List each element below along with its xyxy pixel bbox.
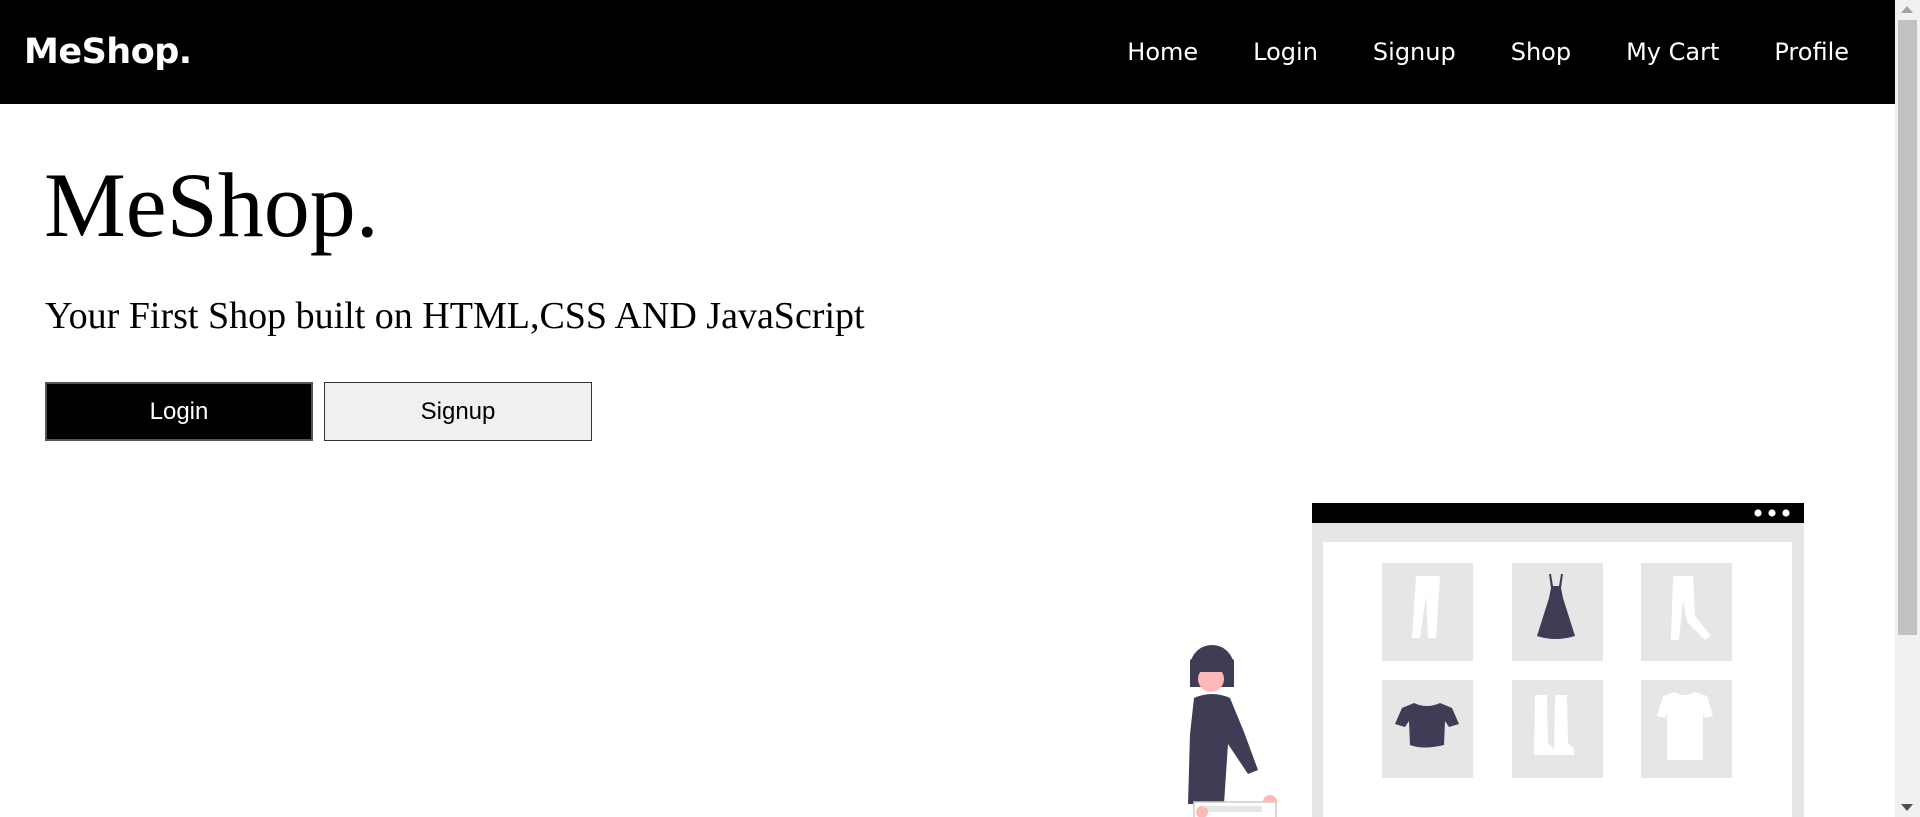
hero-title: MeShop. bbox=[44, 154, 379, 256]
page-scrollbar[interactable] bbox=[1895, 0, 1920, 817]
nav-link-profile[interactable]: Profile bbox=[1774, 38, 1849, 66]
scroll-thumb[interactable] bbox=[1898, 20, 1917, 635]
nav-link-home[interactable]: Home bbox=[1127, 38, 1198, 66]
page: MeShop. Home Login Signup Shop My Cart P… bbox=[0, 0, 1920, 817]
login-button[interactable]: Login bbox=[45, 382, 313, 441]
nav-link-login[interactable]: Login bbox=[1253, 38, 1318, 66]
hero-subtitle: Your First Shop built on HTML,CSS AND Ja… bbox=[45, 295, 865, 337]
shopping-illustration bbox=[1188, 503, 1804, 817]
scroll-up-arrow-icon[interactable] bbox=[1901, 6, 1913, 13]
nav-link-signup[interactable]: Signup bbox=[1373, 38, 1456, 66]
nav-link-shop[interactable]: Shop bbox=[1511, 38, 1571, 66]
nav-links: Home Login Signup Shop My Cart Profile bbox=[1127, 26, 1849, 78]
scroll-down-arrow-icon[interactable] bbox=[1901, 804, 1913, 811]
signup-button[interactable]: Signup bbox=[324, 382, 592, 441]
navbar: MeShop. Home Login Signup Shop My Cart P… bbox=[0, 0, 1895, 104]
shopper-person-graphic bbox=[1188, 645, 1277, 817]
brand-logo[interactable]: MeShop. bbox=[24, 26, 192, 78]
nav-link-my-cart[interactable]: My Cart bbox=[1626, 38, 1719, 66]
